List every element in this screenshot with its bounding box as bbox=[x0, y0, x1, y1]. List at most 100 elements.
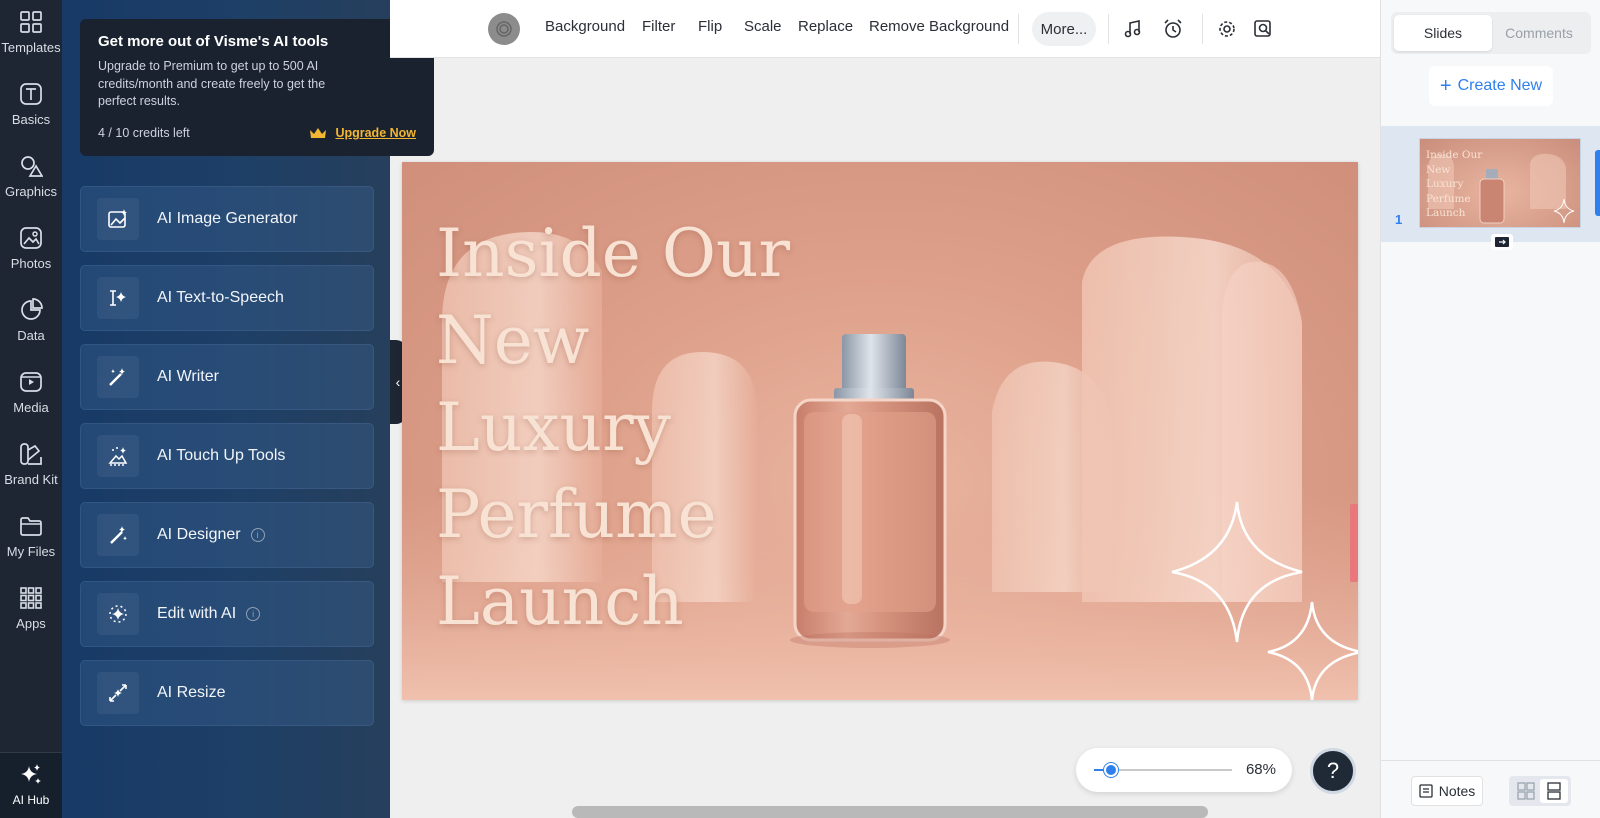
ai-tool-ai-text-to-speech[interactable]: AI Text-to-Speech bbox=[80, 265, 374, 331]
rail-item-brand-kit[interactable]: Brand Kit bbox=[0, 432, 62, 498]
rail-item-label: Templates bbox=[1, 40, 61, 55]
timing-button[interactable] bbox=[1158, 14, 1188, 44]
sparkles-icon bbox=[17, 761, 45, 789]
upgrade-now-link[interactable]: Upgrade Now bbox=[309, 126, 416, 140]
tab-comments[interactable]: Comments bbox=[1490, 15, 1588, 51]
ai-tool-ai-writer[interactable]: AI Writer bbox=[80, 344, 374, 410]
rail-item-label: AI Hub bbox=[12, 793, 50, 807]
remove-background-button[interactable]: Remove Background bbox=[869, 18, 1009, 35]
rail-item-label: Graphics bbox=[4, 184, 58, 199]
rail-item-data[interactable]: Data bbox=[0, 288, 62, 354]
rail-item-label: Apps bbox=[16, 616, 46, 631]
toolbar-divider bbox=[1108, 14, 1109, 44]
tab-slides[interactable]: Slides bbox=[1394, 15, 1492, 51]
slide-thumbnail-row: 1 Inside Our New Luxury Perfume Launch bbox=[1381, 126, 1600, 250]
rail-item-label: Basics bbox=[11, 112, 51, 127]
apps-grid-icon bbox=[17, 584, 45, 612]
background-button[interactable]: Background bbox=[545, 18, 625, 35]
gear-icon bbox=[1219, 21, 1235, 37]
rail-item-templates[interactable]: Templates bbox=[0, 0, 62, 66]
brand-kit-icon bbox=[17, 440, 45, 468]
ai-tool-label: AI Resize bbox=[157, 684, 226, 701]
photos-icon bbox=[17, 224, 45, 252]
image-search-icon bbox=[1254, 20, 1271, 37]
scale-button[interactable]: Scale bbox=[744, 18, 782, 35]
notes-button[interactable]: Notes bbox=[1411, 776, 1483, 806]
touch-up-icon bbox=[97, 435, 139, 477]
view-toggle bbox=[1509, 776, 1571, 806]
ai-tool-label: AI Touch Up Tools bbox=[157, 447, 286, 464]
rail-item-photos[interactable]: Photos bbox=[0, 216, 62, 282]
slide-title-line: Inside Our bbox=[436, 215, 791, 292]
ai-tool-label: AI Writer bbox=[157, 368, 219, 385]
info-icon[interactable]: i bbox=[250, 528, 265, 542]
flip-button[interactable]: Flip bbox=[698, 18, 722, 35]
rail-item-graphics[interactable]: Graphics bbox=[0, 144, 62, 210]
ai-upgrade-promo: Get more out of Visme's AI tools Upgrade… bbox=[80, 19, 434, 156]
ai-tool-ai-resize[interactable]: AI Resize bbox=[80, 660, 374, 726]
credits-left: 4 / 10 credits left bbox=[98, 126, 190, 140]
magic-wand-icon bbox=[97, 356, 139, 398]
ai-tool-label: AI Designer bbox=[157, 526, 241, 543]
create-new-button[interactable]: + Create New bbox=[1429, 66, 1553, 106]
filter-button[interactable]: Filter bbox=[642, 18, 675, 35]
zoom-slider[interactable] bbox=[1094, 763, 1232, 777]
rail-item-label: Media bbox=[13, 400, 49, 415]
slide-thumbnail[interactable]: Inside Our New Luxury Perfume Launch bbox=[1419, 138, 1581, 228]
rail-item-apps[interactable]: Apps bbox=[0, 576, 62, 642]
slide-title-line: Luxury bbox=[436, 389, 671, 466]
audio-button[interactable] bbox=[1118, 14, 1148, 44]
selection-handle[interactable] bbox=[1350, 504, 1358, 582]
upgrade-now-label: Upgrade Now bbox=[335, 126, 416, 140]
image-sparkle-icon bbox=[97, 198, 139, 240]
crown-icon bbox=[310, 128, 327, 138]
slide-title-line: New bbox=[436, 302, 590, 379]
promo-title: Get more out of Visme's AI tools bbox=[98, 33, 329, 50]
zoom-slider-knob[interactable] bbox=[1104, 763, 1118, 777]
plus-icon: + bbox=[1439, 75, 1452, 97]
zoom-control: 68% bbox=[1076, 748, 1292, 792]
image-settings-button[interactable] bbox=[488, 13, 520, 45]
toolbar-divider bbox=[1202, 14, 1203, 44]
help-label: ? bbox=[1326, 758, 1340, 783]
slide-number: 1 bbox=[1395, 212, 1403, 227]
ai-tool-ai-designer[interactable]: AI Designer i bbox=[80, 502, 374, 568]
rail-item-basics[interactable]: Basics bbox=[0, 72, 62, 138]
zoom-value: 68% bbox=[1245, 761, 1276, 778]
music-note-icon bbox=[1124, 20, 1141, 38]
horizontal-scrollbar[interactable] bbox=[572, 806, 1208, 818]
settings-button[interactable] bbox=[1212, 14, 1242, 44]
create-new-label: Create New bbox=[1457, 77, 1543, 94]
ai-tool-ai-image-generator[interactable]: AI Image Generator bbox=[80, 186, 374, 252]
ai-edit-button[interactable] bbox=[1248, 14, 1278, 44]
ai-tool-label: Edit with AI bbox=[157, 605, 237, 622]
slide-title-line: Launch bbox=[436, 563, 684, 640]
media-icon bbox=[17, 368, 45, 396]
chevron-left-icon: ‹ bbox=[395, 374, 401, 390]
rail-item-label: Brand Kit bbox=[4, 472, 58, 487]
info-icon[interactable]: i bbox=[246, 607, 261, 621]
text-to-speech-icon bbox=[97, 277, 139, 319]
slide-canvas[interactable]: Inside Our New Luxury Perfume Launch bbox=[402, 162, 1358, 700]
rail-item-ai-hub[interactable]: AI Hub bbox=[0, 753, 62, 818]
ai-tool-edit-with-ai[interactable]: Edit with AI i bbox=[80, 581, 374, 647]
replace-button[interactable]: Replace bbox=[798, 18, 853, 35]
graphics-icon bbox=[17, 152, 45, 180]
list-view-icon bbox=[1547, 782, 1561, 800]
ai-tool-label: AI Image Generator bbox=[157, 210, 298, 227]
active-slide-indicator bbox=[1595, 150, 1600, 216]
ai-tool-ai-touch-up-tools[interactable]: AI Touch Up Tools bbox=[80, 423, 374, 489]
list-view-button[interactable] bbox=[1540, 779, 1568, 803]
rail-item-my-files[interactable]: My Files bbox=[0, 504, 62, 570]
alarm-clock-icon bbox=[1164, 19, 1182, 38]
rail-item-media[interactable]: Media bbox=[0, 360, 62, 426]
panel-divider bbox=[1381, 760, 1600, 761]
slides-tabs: Slides Comments bbox=[1391, 12, 1591, 54]
text-icon bbox=[17, 80, 45, 108]
swirl-icon bbox=[496, 21, 512, 37]
help-button[interactable]: ? bbox=[1310, 748, 1356, 794]
more-button[interactable]: More... bbox=[1032, 12, 1096, 46]
grid-view-button[interactable] bbox=[1512, 779, 1540, 803]
slide-title[interactable]: Inside Our New Luxury Perfume Launch bbox=[436, 210, 856, 645]
transition-badge[interactable] bbox=[1491, 234, 1513, 250]
